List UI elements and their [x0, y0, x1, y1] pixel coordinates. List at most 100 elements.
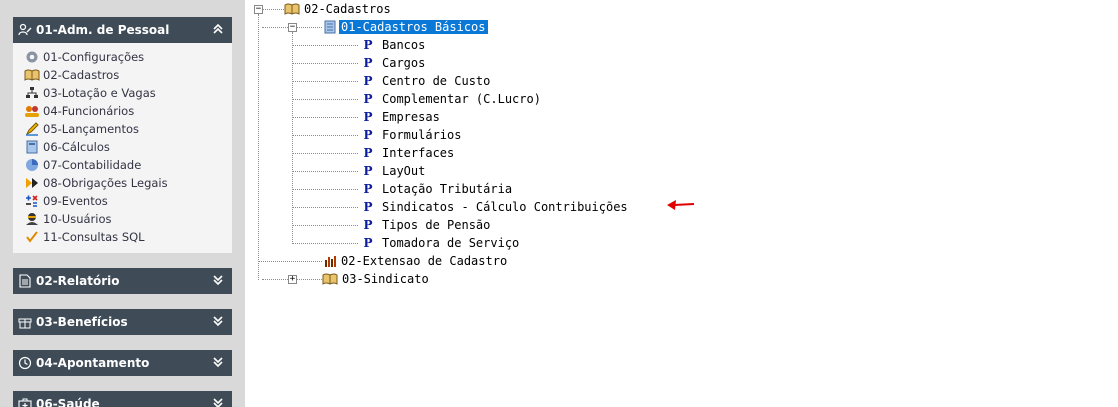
- menu-item-lancamentos[interactable]: 05-Lançamentos: [13, 120, 232, 138]
- tree-node-root[interactable]: 02-Cadastros: [284, 1, 391, 17]
- tree-connector: [292, 99, 358, 100]
- tree-connector: [292, 171, 358, 172]
- open-book-icon: [284, 2, 300, 16]
- bar-chart-icon: [324, 254, 338, 268]
- menu-item-label: 04-Funcionários: [43, 104, 135, 118]
- tree-node-sindicato[interactable]: 03-Sindicato: [322, 271, 429, 287]
- panel-title: 02-Relatório: [36, 274, 120, 288]
- menu-item-label: 11-Consultas SQL: [43, 230, 145, 244]
- panel-title: 06-Saúde: [36, 397, 100, 407]
- panel-header-adm-pessoal[interactable]: 01-Adm. de Pessoal: [13, 17, 232, 43]
- tree-leaf-interfaces[interactable]: P Interfaces: [362, 145, 454, 161]
- tree-connector: [292, 207, 358, 208]
- panel-header-beneficios[interactable]: 03-Benefícios: [13, 309, 232, 335]
- menu-item-lotacao-vagas[interactable]: 03-Lotação e Vagas: [13, 84, 232, 102]
- menu-item-label: 03-Lotação e Vagas: [43, 86, 156, 100]
- red-arrow-icon: [666, 198, 696, 215]
- menu-item-obrigacoes-legais[interactable]: 08-Obrigações Legais: [13, 174, 232, 192]
- tree-leaf-cargos[interactable]: P Cargos: [362, 55, 425, 71]
- collapse-toggle[interactable]: −: [254, 5, 263, 14]
- menu-item-label: 10-Usuários: [43, 212, 112, 226]
- tree-connector: [258, 261, 322, 262]
- pencil-icon: [24, 121, 40, 137]
- tree-node-label: 02-Extensao de Cadastro: [341, 254, 508, 268]
- program-p-icon: P: [363, 182, 373, 196]
- tree-connector: [292, 153, 358, 154]
- tree-connector: [262, 9, 284, 10]
- chevron-down-icon[interactable]: [212, 356, 224, 368]
- tree-node-label: 03-Sindicato: [342, 272, 429, 286]
- program-p-icon: P: [363, 218, 373, 232]
- tree-node-label: 02-Cadastros: [304, 2, 391, 16]
- menu-item-cadastros[interactable]: 02-Cadastros: [13, 66, 232, 84]
- program-p-icon: P: [363, 38, 373, 52]
- program-p-icon: P: [363, 146, 373, 160]
- tree-node-label: Complementar (C.Lucro): [382, 92, 541, 106]
- panel-header-saude[interactable]: 06-Saúde: [13, 391, 232, 407]
- tree-leaf-sindicatos-calculo-contribuicoes[interactable]: P Sindicatos - Cálculo Contribuições: [362, 199, 627, 215]
- program-p-icon: P: [363, 74, 373, 88]
- sidebar: 01-Adm. de Pessoal 01-Configurações 02-C…: [0, 0, 245, 407]
- menu-item-configuracoes[interactable]: 01-Configurações: [13, 48, 232, 66]
- pie-chart-icon: [24, 157, 40, 173]
- tree-connector: [292, 45, 358, 46]
- tree-connector: [292, 225, 358, 226]
- open-book-icon: [322, 272, 338, 286]
- program-p-icon: P: [363, 164, 373, 178]
- chevron-down-icon[interactable]: [212, 274, 224, 286]
- tree-leaf-tomadora-de-servico[interactable]: P Tomadora de Serviço: [362, 235, 519, 251]
- tree-node-label: 01-Cadastros Básicos: [338, 19, 489, 35]
- open-book-icon: [24, 67, 40, 83]
- tree-node-label: Bancos: [382, 38, 426, 52]
- gift-icon: [18, 315, 32, 329]
- chevron-down-icon[interactable]: [212, 397, 224, 407]
- menu-item-contabilidade[interactable]: 07-Contabilidade: [13, 156, 232, 174]
- panel-header-relatorio[interactable]: 02-Relatório: [13, 268, 232, 294]
- chevron-down-icon[interactable]: [212, 315, 224, 327]
- program-p-icon: P: [363, 128, 373, 142]
- tree-leaf-empresas[interactable]: P Empresas: [362, 109, 439, 125]
- tree-view: − − + 02-Cadastros 01-Cadastros Básicos …: [248, 0, 1118, 407]
- menu-item-calculos[interactable]: 06-Cálculos: [13, 138, 232, 156]
- panel-title: 03-Benefícios: [36, 315, 128, 329]
- tree-node-extensao-cadastro[interactable]: 02-Extensao de Cadastro: [324, 253, 507, 269]
- tree-leaf-tipos-de-pensao[interactable]: P Tipos de Pensão: [362, 217, 490, 233]
- tree-connector: [292, 117, 358, 118]
- menu-item-usuarios[interactable]: 10-Usuários: [13, 210, 232, 228]
- tree-node-cadastros-basicos[interactable]: 01-Cadastros Básicos: [324, 19, 489, 35]
- menu-item-label: 05-Lançamentos: [43, 122, 139, 136]
- program-p-icon: P: [363, 200, 373, 214]
- tree-connector: [292, 81, 358, 82]
- user-icon: [24, 211, 40, 227]
- expand-toggle[interactable]: +: [288, 275, 297, 284]
- menu-item-consultas-sql[interactable]: 11-Consultas SQL: [13, 228, 232, 246]
- tree-leaf-complementar[interactable]: P Complementar (C.Lucro): [362, 91, 541, 107]
- tree-node-label: Lotação Tributária: [382, 182, 513, 196]
- program-p-icon: P: [363, 236, 373, 250]
- panel-header-apontamento[interactable]: 04-Apontamento: [13, 350, 232, 376]
- menu-item-eventos[interactable]: 09-Eventos: [13, 192, 232, 210]
- tree-connector: [292, 135, 358, 136]
- panel-title: 04-Apontamento: [36, 356, 150, 370]
- tree-connector: [292, 189, 358, 190]
- tree-node-label: Formulários: [382, 128, 462, 142]
- menu-item-label: 06-Cálculos: [43, 140, 110, 154]
- tree-node-label: Interfaces: [382, 146, 455, 160]
- collapse-toggle[interactable]: −: [288, 23, 297, 32]
- menu-item-funcionarios[interactable]: 04-Funcionários: [13, 102, 232, 120]
- tree-leaf-layout[interactable]: P LayOut: [362, 163, 425, 179]
- tree-leaf-bancos[interactable]: P Bancos: [362, 37, 425, 53]
- tree-node-label: Tipos de Pensão: [382, 218, 491, 232]
- clock-icon: [18, 356, 32, 370]
- fast-forward-icon: [24, 175, 40, 191]
- panel-body-adm-pessoal: 01-Configurações 02-Cadastros 03-Lotação…: [13, 43, 232, 253]
- tree-leaf-formularios[interactable]: P Formulários: [362, 127, 461, 143]
- tree-connector: [292, 63, 358, 64]
- math-symbols-icon: [24, 193, 40, 209]
- tree-node-label: LayOut: [382, 164, 426, 178]
- tree-node-label: Centro de Custo: [382, 74, 491, 88]
- tree-leaf-lotacao-tributaria[interactable]: P Lotação Tributária: [362, 181, 512, 197]
- person-edit-icon: [18, 23, 32, 37]
- tree-leaf-centro-de-custo[interactable]: P Centro de Custo: [362, 73, 490, 89]
- chevron-up-icon[interactable]: [212, 23, 224, 35]
